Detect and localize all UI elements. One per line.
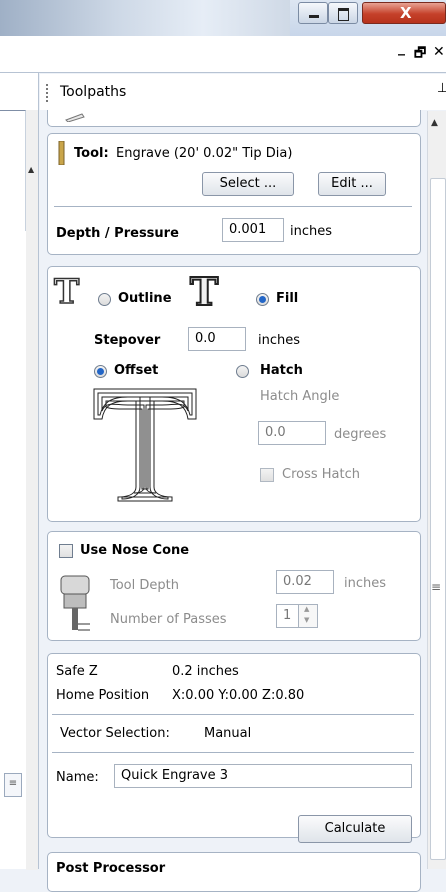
offset-label: Offset: [114, 363, 159, 378]
tool-depth-unit: inches: [344, 576, 387, 591]
hatch-angle-unit: degrees: [334, 427, 387, 442]
engrave-tool-icon: [58, 141, 65, 165]
window-titlebar: X: [0, 0, 446, 36]
stepover-unit: inches: [258, 333, 301, 348]
tool-name: Engrave (20' 0.02" Tip Dia): [116, 146, 293, 161]
spin-down-icon[interactable]: ▼: [304, 616, 309, 624]
calculate-button[interactable]: Calculate: [298, 815, 412, 843]
drag-grip-icon[interactable]: [46, 84, 50, 102]
titlebar-background: [0, 0, 290, 36]
cross-hatch-label: Cross Hatch: [282, 467, 360, 482]
stepover-input[interactable]: 0.0: [188, 327, 246, 351]
hatch-radio[interactable]: [236, 365, 249, 378]
left-panel-scrollbar[interactable]: [26, 110, 38, 870]
divider: [52, 752, 414, 753]
nose-cone-icon: [60, 575, 90, 631]
scrollbar-grip-icon: ≡: [431, 580, 442, 594]
depth-label: Depth / Pressure: [56, 226, 179, 241]
home-position-label: Home Position: [56, 688, 150, 703]
number-of-passes-label: Number of Passes: [110, 612, 227, 627]
vector-selection-value: Manual: [204, 726, 252, 741]
tool-section: Tool: Engrave (20' 0.02" Tip Dia) Select…: [47, 133, 421, 255]
close-icon: X: [400, 4, 412, 22]
safe-z-label: Safe Z: [56, 664, 98, 679]
nose-cone-section: Use Nose Cone Tool Depth 0.02 inches Num…: [47, 531, 421, 641]
post-processor-section: Post Processor: [47, 852, 421, 892]
hatch-angle-input[interactable]: 0.0: [258, 421, 326, 445]
edit-tool-button[interactable]: Edit ...: [318, 172, 386, 196]
mdi-restore-icon[interactable]: 🗗: [414, 44, 426, 66]
mdi-close-icon[interactable]: ✕: [433, 44, 445, 60]
pin-icon[interactable]: ⊥: [437, 81, 446, 96]
menu-bar: _ 🗗 ✕: [0, 36, 446, 73]
scrollbar-thumb[interactable]: [430, 178, 446, 860]
select-tool-button[interactable]: Select ...: [202, 172, 294, 196]
mdi-minimize-icon[interactable]: _: [398, 40, 405, 56]
fill-label: Fill: [276, 291, 299, 306]
passes-spinner[interactable]: ▲ ▼: [298, 604, 318, 628]
tool-depth-input[interactable]: 0.02: [276, 570, 334, 594]
use-nose-cone-checkbox[interactable]: [59, 544, 73, 558]
tool-thumbnail-icon: [65, 113, 85, 122]
fill-radio[interactable]: [256, 293, 269, 306]
panel-title: Toolpaths: [60, 84, 127, 100]
outline-label: Outline: [118, 291, 172, 306]
tool-depth-label: Tool Depth: [110, 578, 179, 593]
splitter-grip-icon[interactable]: ≡: [4, 773, 22, 797]
depth-unit: inches: [290, 224, 333, 239]
toolpaths-panel-header: Toolpaths: [40, 74, 446, 110]
clipped-section: [47, 110, 421, 127]
home-position-value: X:0.00 Y:0.00 Z:0.80: [172, 688, 305, 703]
scroll-up-icon[interactable]: ▲: [431, 118, 438, 128]
scroll-up-icon[interactable]: ▲: [28, 165, 34, 174]
left-docked-panel: ▲ ≡: [0, 73, 39, 870]
toolpath-name-input[interactable]: Quick Engrave 3: [114, 764, 412, 788]
divider: [52, 714, 414, 715]
strategy-section: T Outline T Fill Stepover 0.0 inches Off…: [47, 266, 421, 522]
name-label: Name:: [56, 770, 99, 785]
hatch-label: Hatch: [260, 363, 303, 378]
vector-selection-label: Vector Selection:: [60, 726, 170, 741]
window-maximize-button[interactable]: [328, 2, 358, 24]
offset-radio[interactable]: [94, 365, 107, 378]
outline-radio[interactable]: [98, 293, 111, 306]
divider: [54, 206, 412, 207]
depth-input[interactable]: 0.001: [222, 218, 284, 242]
left-panel-content: [0, 110, 26, 231]
safe-z-value: 0.2 inches: [172, 664, 239, 679]
tool-label: Tool:: [74, 146, 109, 161]
window-minimize-button[interactable]: [298, 2, 328, 24]
stepover-label: Stepover: [94, 333, 161, 348]
position-section: Safe Z 0.2 inches Home Position X:0.00 Y…: [47, 653, 421, 843]
cross-hatch-checkbox[interactable]: [260, 468, 274, 482]
fill-t-icon: T: [189, 269, 219, 314]
offset-fill-preview-icon: [93, 388, 197, 502]
outline-t-icon: T: [53, 272, 80, 312]
spin-up-icon[interactable]: ▲: [304, 605, 309, 613]
hatch-angle-label: Hatch Angle: [260, 389, 340, 404]
use-nose-cone-label: Use Nose Cone: [80, 543, 190, 558]
